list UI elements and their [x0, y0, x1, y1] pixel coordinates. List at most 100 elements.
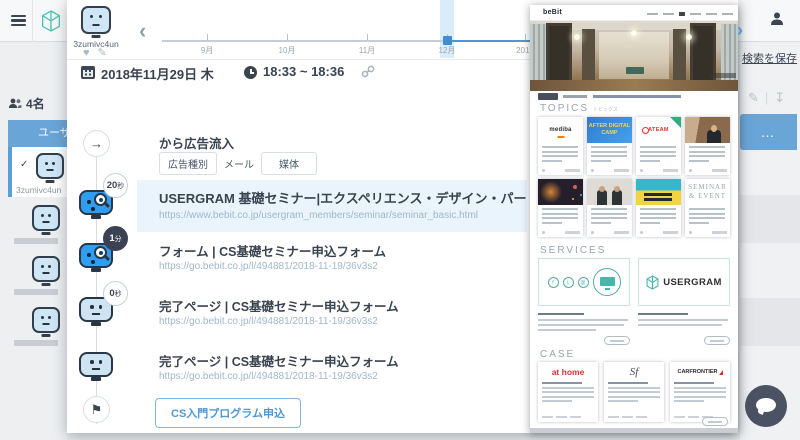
timeline-tick [525, 34, 526, 40]
topic-card-seminar-event[interactable]: SEMINAR & EVENT [685, 179, 730, 237]
topic-card-interview[interactable] [685, 117, 730, 175]
link-icon[interactable] [361, 65, 375, 78]
site-hero-image [530, 21, 738, 91]
event-url[interactable]: https://go.bebit.co.jp/l/494881/2018-11-… [159, 371, 378, 382]
app-logo-cube-icon [41, 10, 61, 32]
services-heading: SERVICES [540, 245, 610, 256]
user-avatar [32, 307, 60, 333]
redacted-user-name [14, 340, 58, 346]
timeline-tick [287, 34, 288, 40]
service-more-button[interactable] [604, 336, 630, 345]
duration-badge: 1分 [103, 226, 128, 251]
session-time-range: 18:33 ~ 18:36 [263, 64, 344, 79]
favorite-heart-icon[interactable]: ♥ [83, 47, 98, 59]
user-count-label: 4名 [26, 95, 45, 112]
site-logo: beBit [543, 9, 562, 16]
timeline-axis-active [447, 40, 539, 42]
case-card-athome[interactable]: at home [538, 362, 598, 422]
topic-card-after-digital[interactable]: AFTER DIGITAL CAMP [587, 117, 632, 175]
app-root: 検索を保存 ✎ | ↧ … 4名 ユーザ ✓ 3zumivc4un [0, 0, 800, 440]
case-more-button[interactable] [702, 417, 728, 426]
event-url[interactable]: https://go.bebit.co.jp/l/494881/2018-11-… [159, 261, 378, 272]
topic-card-interview-duo[interactable] [587, 179, 632, 237]
download-icon[interactable]: ↧ [774, 90, 785, 105]
service-card-usergram[interactable]: USERGRAM [638, 258, 730, 306]
timeline-next-chevron[interactable]: › [737, 20, 743, 41]
service-more-button[interactable] [704, 336, 730, 345]
toolbar-divider: | [765, 90, 768, 105]
topic-card-ateam[interactable]: ATEAM [636, 117, 681, 175]
tag-ad-type: 広告種別 [159, 152, 217, 175]
user-name: 3zumivc4un [16, 185, 61, 195]
account-icon[interactable] [769, 11, 785, 27]
usergram-cube-icon [646, 275, 659, 290]
clock-icon [244, 66, 257, 79]
timeline-tick [207, 34, 208, 40]
edit-icon[interactable]: ✎ [748, 90, 759, 105]
chat-button[interactable] [745, 385, 787, 427]
flag-icon: ⚑ [91, 402, 103, 417]
table-row[interactable] [740, 298, 800, 346]
topic-card-book[interactable] [636, 179, 681, 237]
redacted-user-name [14, 238, 58, 244]
arrow-right-icon: → [90, 136, 103, 151]
journey-line [96, 140, 97, 424]
site-nav-items [647, 12, 733, 16]
case-card-fashion-brand[interactable]: Sf [604, 362, 664, 422]
timeline-axis[interactable] [162, 40, 447, 42]
detail-user-avatar [81, 6, 111, 34]
entry-title: から広告流入 [159, 133, 234, 152]
entry-tags: 広告種別 メール 媒体 [159, 152, 317, 175]
service-card-ux-consulting[interactable]: ft@ [538, 258, 630, 306]
case-heading: CASE [540, 349, 579, 360]
topic-card-mediba[interactable]: mediba [538, 117, 583, 175]
tag-value: メール [224, 156, 254, 171]
timeline-prev-chevron[interactable]: ‹ [139, 18, 146, 44]
tag-medium: 媒体 [261, 152, 317, 175]
timeline-tick-label: 11月 [359, 45, 375, 56]
topics-heading: TOPICSトピックス [540, 103, 618, 114]
case-card-carfrontier[interactable]: CARFRONTIER [670, 362, 730, 422]
avatar-actions: ♥✎ [83, 46, 115, 59]
edit-pencil-icon[interactable]: ✎ [98, 47, 115, 59]
user-avatar [32, 205, 60, 231]
user-row[interactable] [8, 250, 67, 300]
event-url[interactable]: https://www.bebit.co.jp/usergram_members… [159, 210, 478, 221]
user-row[interactable] [8, 199, 67, 249]
magnifier-icon [94, 246, 107, 259]
timeline-tick-label: 9月 [201, 45, 213, 56]
pageview-icon [79, 352, 113, 377]
calendar-icon [81, 66, 95, 79]
event-title[interactable]: フォーム | CS基礎セミナー申込フォーム [159, 241, 386, 260]
user-row[interactable] [8, 301, 67, 351]
results-toolbar: ✎ | ↧ [748, 90, 791, 106]
goal-button[interactable]: CS入門プログラム申込 [155, 398, 301, 428]
timeline-tick-label: 12月 [439, 45, 456, 56]
entry-step-icon: → [83, 130, 110, 157]
users-icon [8, 98, 22, 109]
magnifier-icon [94, 193, 107, 206]
topic-card-event-photo[interactable] [538, 179, 583, 237]
event-url[interactable]: https://go.bebit.co.jp/l/494881/2018-11-… [159, 316, 378, 327]
redacted-user-name [14, 289, 58, 295]
timeline-session-marker[interactable] [443, 36, 452, 45]
timeline-tick-label: 10月 [279, 45, 296, 56]
topbar-divider [32, 0, 33, 42]
goal-flag-icon: ⚑ [83, 396, 110, 423]
table-header-more-button[interactable]: … [740, 114, 797, 150]
hamburger-menu-icon[interactable] [11, 15, 26, 26]
save-search-link[interactable]: 検索を保存 [742, 50, 797, 66]
duration-badge: 20秒 [103, 173, 128, 198]
table-row[interactable] [740, 195, 800, 243]
event-title[interactable]: 完了ページ | CS基礎セミナー申込フォーム [159, 296, 399, 315]
site-breadcrumb-tabs [530, 91, 738, 103]
user-column-header[interactable]: ユーザ [8, 120, 67, 147]
event-title[interactable]: 完了ページ | CS基礎セミナー申込フォーム [159, 351, 399, 370]
user-row-selected[interactable]: ✓ 3zumivc4un [8, 147, 67, 197]
ellipsis-icon: … [761, 124, 777, 140]
preview-site-nav: beBit [530, 5, 738, 21]
user-count: 4名 [8, 95, 45, 112]
timeline-tick [367, 34, 368, 40]
user-list-sidebar: 4名 ユーザ ✓ 3zumivc4un [0, 42, 67, 440]
page-preview-panel[interactable]: beBit TOPICSトピックス mediba AFTER DIGITAL C… [530, 5, 738, 433]
